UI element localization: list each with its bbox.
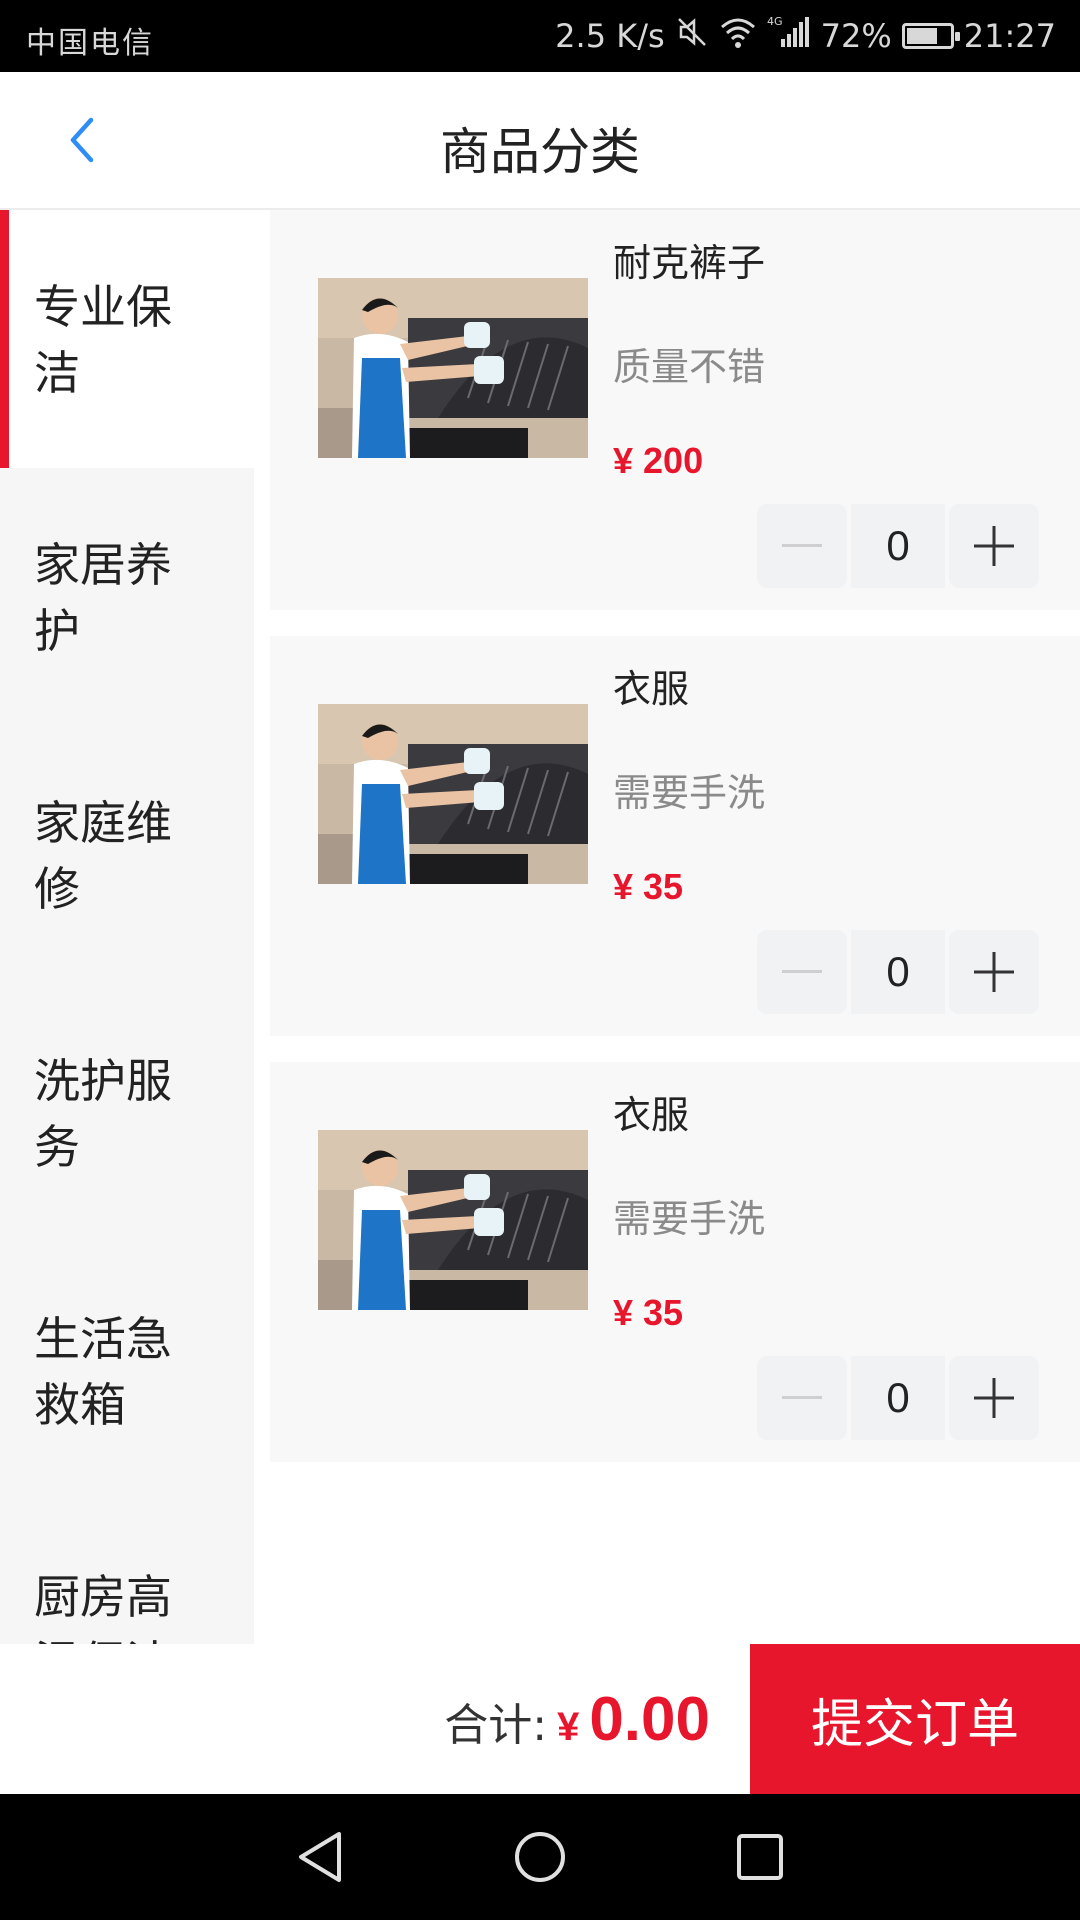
currency-symbol: ¥	[557, 1705, 580, 1749]
nav-recents-button[interactable]	[720, 1817, 800, 1897]
product-name: 衣服	[613, 667, 690, 711]
total-amount: 0.00	[589, 1685, 710, 1754]
sidebar-item-label: 厨房高温保洁	[34, 1570, 172, 1644]
plus-icon	[974, 1378, 1014, 1418]
status-icons: 2.5 K/s 4G 72% 21:27	[555, 14, 1056, 58]
product-card[interactable]: 耐克裤子 质量不错 ¥ 200 0	[270, 210, 1080, 610]
increase-button[interactable]	[949, 930, 1039, 1014]
product-price: ¥ 200	[613, 440, 704, 481]
category-sidebar: 专业保洁 家居养护 家庭维修 洗护服务 生活急救箱 厨房高温保洁	[0, 210, 254, 1644]
sidebar-item-label: 洗护服务	[34, 1054, 172, 1174]
plus-icon	[974, 526, 1014, 566]
product-card[interactable]: 衣服 需要手洗 ¥ 35 0	[270, 636, 1080, 1036]
circle-home-icon	[515, 1832, 565, 1882]
increase-button[interactable]	[949, 504, 1039, 588]
quantity-stepper: 0	[757, 1356, 1039, 1440]
app-header: 商品分类	[0, 72, 1080, 210]
decrease-button[interactable]	[757, 930, 847, 1014]
carrier-name: 中国电信	[26, 26, 154, 61]
total-label: 合计:	[444, 1700, 548, 1751]
quantity-stepper: 0	[757, 930, 1039, 1014]
status-bar: 中国电信 2.5 K/s 4G 72% 21:27	[0, 0, 1080, 72]
sidebar-item-home-repair[interactable]: 家庭维修	[0, 726, 254, 984]
plus-icon	[974, 952, 1014, 992]
nav-home-button[interactable]	[500, 1817, 580, 1897]
clock: 21:27	[963, 17, 1056, 55]
mute-icon	[675, 15, 709, 57]
product-name: 耐克裤子	[613, 241, 766, 285]
product-price: ¥ 35	[613, 866, 684, 907]
increase-button[interactable]	[949, 1356, 1039, 1440]
battery-icon	[901, 23, 960, 49]
sidebar-item-label: 专业保洁	[34, 280, 172, 400]
product-image	[318, 1130, 588, 1310]
decrease-button[interactable]	[757, 1356, 847, 1440]
sidebar-item-label: 家庭维修	[34, 796, 172, 916]
sidebar-item-emergency-kit[interactable]: 生活急救箱	[0, 1242, 254, 1500]
triangle-back-icon	[299, 1832, 341, 1882]
product-name: 衣服	[613, 1093, 690, 1137]
quantity-value[interactable]: 0	[851, 930, 945, 1014]
product-description: 需要手洗	[613, 771, 766, 815]
quantity-value[interactable]: 0	[851, 504, 945, 588]
signal-icon: 4G	[767, 15, 811, 57]
product-price: ¥ 35	[613, 1292, 684, 1333]
wifi-icon	[719, 15, 757, 57]
battery-percent: 72%	[820, 17, 892, 55]
net-speed: 2.5 K/s	[555, 17, 665, 55]
quantity-stepper: 0	[757, 504, 1039, 588]
product-image	[318, 278, 588, 458]
product-card[interactable]: 衣服 需要手洗 ¥ 35 0	[270, 1062, 1080, 1462]
network-type: 4G	[767, 15, 783, 28]
product-description: 质量不错	[613, 345, 766, 389]
checkout-bar: 合计: ¥ 0.00 提交订单	[0, 1644, 1080, 1794]
minus-icon	[782, 970, 822, 973]
nav-back-button[interactable]	[280, 1817, 360, 1897]
sidebar-item-home-care[interactable]: 家居养护	[0, 468, 254, 726]
order-total: 合计: ¥ 0.00	[444, 1684, 710, 1755]
active-indicator	[0, 210, 9, 468]
quantity-value[interactable]: 0	[851, 1356, 945, 1440]
decrease-button[interactable]	[757, 504, 847, 588]
sidebar-item-kitchen-cleaning[interactable]: 厨房高温保洁	[0, 1500, 254, 1644]
sidebar-item-label: 生活急救箱	[34, 1312, 172, 1432]
minus-icon	[782, 1396, 822, 1399]
square-recents-icon	[737, 1834, 783, 1880]
sidebar-item-label: 家居养护	[34, 538, 172, 658]
minus-icon	[782, 544, 822, 547]
product-description: 需要手洗	[613, 1197, 766, 1241]
sidebar-item-laundry[interactable]: 洗护服务	[0, 984, 254, 1242]
page-title: 商品分类	[440, 123, 640, 181]
product-image	[318, 704, 588, 884]
battery-fill	[906, 28, 938, 44]
product-list: 耐克裤子 质量不错 ¥ 200 0 衣服 需要手洗 ¥ 35 0 衣服 需要手洗…	[270, 210, 1080, 1644]
sidebar-item-professional-cleaning[interactable]: 专业保洁	[0, 210, 254, 468]
submit-order-button[interactable]: 提交订单	[750, 1644, 1080, 1794]
system-nav-bar	[0, 1794, 1080, 1920]
